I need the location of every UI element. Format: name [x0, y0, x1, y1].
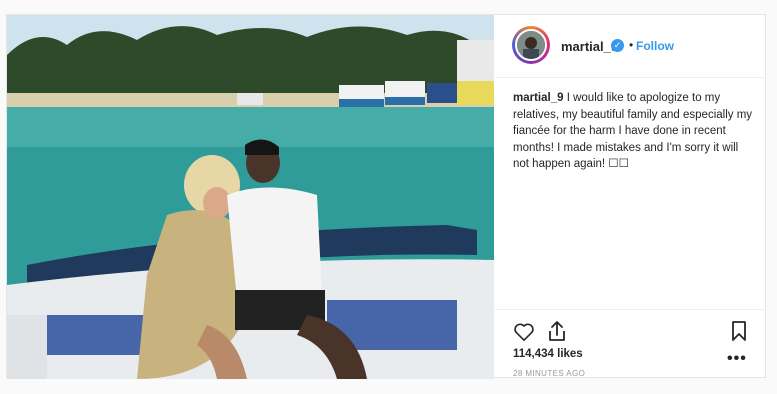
post-image [7, 15, 494, 379]
post-timestamp: 28 MINUTES AGO [513, 369, 586, 378]
avatar-photo-icon [517, 31, 545, 59]
header-separator: • [629, 38, 634, 52]
verified-badge-icon: ✓ [611, 39, 624, 52]
post-actions [495, 309, 765, 378]
avatar [515, 29, 547, 61]
caption-username[interactable]: martial_9 [513, 92, 564, 104]
instagram-post: martial_9 ✓ • Follow martial_9 I would l… [6, 14, 766, 379]
post-sidebar: martial_9 ✓ • Follow martial_9 I would l… [495, 15, 765, 378]
avatar-ring[interactable] [512, 26, 550, 64]
post-caption: martial_9 I would like to apologize to m… [513, 90, 753, 173]
likes-count[interactable]: 114,434 likes [513, 348, 583, 360]
more-options-button[interactable]: ••• [727, 350, 747, 368]
post-header: martial_9 ✓ • Follow [495, 15, 765, 78]
post-photo[interactable] [7, 15, 494, 379]
bookmark-icon[interactable] [731, 321, 747, 341]
share-icon[interactable] [547, 320, 567, 342]
post-username[interactable]: martial_9 [561, 39, 618, 54]
follow-button[interactable]: Follow [636, 39, 674, 53]
heart-icon[interactable] [513, 322, 535, 342]
